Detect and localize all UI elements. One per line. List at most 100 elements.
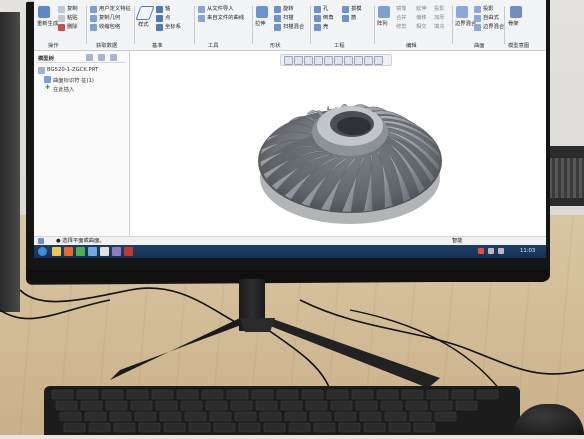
- skeleton-icon[interactable]: [510, 6, 522, 18]
- fill-icon[interactable]: [474, 6, 481, 13]
- ribbon-item[interactable]: 旋转: [283, 6, 294, 12]
- group-label: 工程: [334, 43, 345, 49]
- zoom-fit-icon[interactable]: [284, 56, 293, 65]
- graphics-area[interactable]: [130, 66, 546, 236]
- tree-filter-icon[interactable]: [98, 54, 105, 61]
- delete-icon[interactable]: [58, 24, 65, 31]
- ribbon-item[interactable]: 点: [165, 15, 170, 21]
- ribbon-item[interactable]: 壳: [323, 24, 328, 30]
- ribbon-item[interactable]: 样式: [138, 22, 149, 28]
- ribbon-item[interactable]: 粘贴: [67, 15, 78, 21]
- tree-columns-icon[interactable]: [110, 54, 117, 61]
- tree-settings-icon[interactable]: [86, 54, 93, 61]
- ribbon-item[interactable]: 加厚: [434, 15, 445, 21]
- ribbon-item[interactable]: 阵列: [377, 21, 388, 27]
- ribbon-separator: [252, 6, 253, 44]
- user-feature-icon[interactable]: [90, 6, 97, 13]
- app-icon[interactable]: [76, 247, 85, 256]
- csys-icon[interactable]: [156, 24, 163, 31]
- selection-filter[interactable]: 智能: [452, 238, 463, 244]
- ribbon-item[interactable]: 重新生成: [37, 21, 58, 27]
- paste-icon[interactable]: [58, 15, 65, 22]
- ribbon-item[interactable]: 用户定义特征: [99, 6, 131, 12]
- ribbon-item[interactable]: 拉伸: [255, 21, 266, 27]
- style-icon[interactable]: [474, 15, 481, 22]
- app-icon[interactable]: [124, 247, 133, 256]
- tree-item[interactable]: 在此插入: [53, 85, 74, 93]
- ribbon-item[interactable]: 收缩包络: [99, 24, 120, 30]
- repaint-icon[interactable]: [314, 56, 323, 65]
- ribbon-item[interactable]: 复制几何: [99, 15, 120, 21]
- start-icon[interactable]: [38, 247, 47, 256]
- ribbon-item[interactable]: 边界混合: [483, 24, 504, 30]
- saved-views-icon[interactable]: [334, 56, 343, 65]
- draft-icon[interactable]: [342, 6, 349, 13]
- tree-item[interactable]: 曲面标识符 征(1): [53, 76, 94, 84]
- ribbon-item[interactable]: 扫描混合: [283, 24, 304, 30]
- ribbon-item[interactable]: 倒角: [323, 15, 334, 21]
- hole-icon[interactable]: [314, 6, 321, 13]
- copy-geometry-icon[interactable]: [90, 15, 97, 22]
- ribbon-item[interactable]: 拔模: [351, 6, 362, 12]
- creo-icon[interactable]: [100, 247, 109, 256]
- regenerate-icon[interactable]: [38, 6, 50, 18]
- ribbon-item[interactable]: 从文件导入: [207, 6, 234, 12]
- ribbon-separator: [374, 6, 375, 44]
- explorer-icon[interactable]: [52, 247, 61, 256]
- axis-icon[interactable]: [156, 6, 163, 13]
- ribbon-item[interactable]: 投影: [434, 6, 445, 12]
- shell-icon[interactable]: [314, 24, 321, 31]
- import-icon[interactable]: [198, 6, 205, 13]
- boundary-blend-icon[interactable]: [456, 6, 468, 18]
- app-icon[interactable]: [88, 247, 97, 256]
- clock[interactable]: 11:03: [520, 248, 535, 254]
- tray-icon[interactable]: [478, 248, 484, 254]
- model-tree-tab[interactable]: 模型树: [38, 54, 54, 62]
- ribbon-item[interactable]: 孔: [323, 6, 328, 12]
- browser-icon[interactable]: [64, 247, 73, 256]
- volume-icon[interactable]: [498, 248, 504, 254]
- sweep-icon[interactable]: [274, 15, 281, 22]
- ribbon-item[interactable]: 自由式: [483, 15, 499, 21]
- plane-icon[interactable]: [135, 6, 155, 20]
- tree-root-item[interactable]: BG520-1-ZGCK.PRT: [47, 67, 98, 73]
- spin-center-icon[interactable]: [374, 56, 383, 65]
- view-manager-icon[interactable]: [344, 56, 353, 65]
- ribbon-item[interactable]: 投影: [483, 6, 494, 12]
- swept-blend-icon[interactable]: [274, 24, 281, 31]
- datum-display-icon[interactable]: [364, 56, 373, 65]
- ribbon-item[interactable]: 相交: [416, 24, 427, 30]
- ribbon-item[interactable]: 轴: [165, 6, 170, 12]
- rib-icon[interactable]: [342, 15, 349, 22]
- ribbon-item[interactable]: 扫描: [283, 15, 294, 21]
- pattern-icon[interactable]: [378, 6, 390, 18]
- ribbon-item[interactable]: 骨架: [508, 21, 519, 27]
- ribbon-item[interactable]: 复制: [67, 6, 78, 12]
- point-icon[interactable]: [156, 15, 163, 22]
- ribbon-item[interactable]: 填充: [434, 24, 445, 30]
- round-icon[interactable]: [314, 15, 321, 22]
- ribbon-item[interactable]: 偏移: [416, 15, 427, 21]
- ribbon-item[interactable]: 来自文件的曲线: [207, 15, 244, 21]
- zoom-out-icon[interactable]: [304, 56, 313, 65]
- ribbon-item[interactable]: 坐标系: [165, 24, 181, 30]
- impeller-model: [258, 103, 442, 224]
- revolve-icon[interactable]: [274, 6, 281, 13]
- app-icon[interactable]: [112, 247, 121, 256]
- extrude-icon[interactable]: [256, 6, 268, 18]
- ribbon-item[interactable]: 延伸: [416, 6, 427, 12]
- tray-icon[interactable]: [488, 248, 494, 254]
- perspective-icon[interactable]: [354, 56, 363, 65]
- ribbon-item[interactable]: 筋: [351, 15, 356, 21]
- ribbon-item[interactable]: 合并: [396, 15, 407, 21]
- ribbon-item[interactable]: 镜像: [396, 6, 407, 12]
- zoom-in-icon[interactable]: [294, 56, 303, 65]
- ribbon-item[interactable]: 删除: [67, 24, 78, 30]
- ribbon-item[interactable]: 修剪: [396, 24, 407, 30]
- curve-from-file-icon[interactable]: [198, 15, 205, 22]
- keyboard-key: [109, 411, 132, 422]
- shrinkwrap-icon[interactable]: [90, 24, 97, 31]
- display-style-icon[interactable]: [324, 56, 333, 65]
- freestyle-icon[interactable]: [474, 24, 481, 31]
- copy-icon[interactable]: [58, 6, 65, 13]
